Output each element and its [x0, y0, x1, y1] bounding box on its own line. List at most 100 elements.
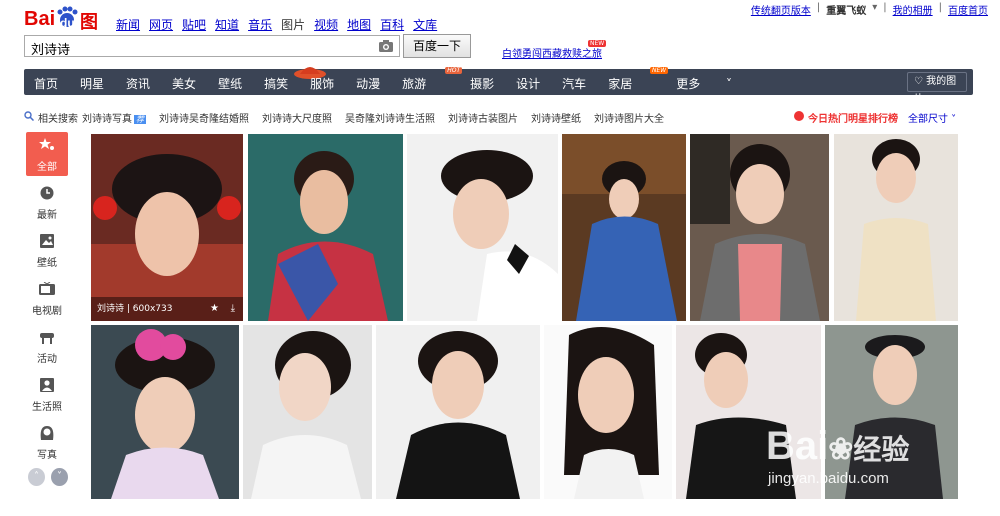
rank-link[interactable]: 今日热门明星排行榜 — [808, 110, 898, 125]
cat-design[interactable]: 设计 — [516, 75, 540, 92]
nav-music[interactable]: 音乐 — [248, 16, 272, 33]
username[interactable]: 重翼飞蚁 — [826, 2, 866, 17]
sidebar-item-all[interactable]: 全部 — [26, 132, 68, 176]
related-item[interactable]: 刘诗诗吴奇隆结婚照 — [159, 110, 249, 125]
nav-video[interactable]: 视频 — [314, 16, 338, 33]
sidebar-item-latest[interactable]: 最新 — [26, 180, 68, 224]
top-right-links: 传统翻页版本 | 重翼飞蚁 ▾ | 我的相册 | 百度首页 — [750, 2, 988, 17]
image-result[interactable]: 刘诗诗 | 600x733 ★ ⤓ — [91, 134, 243, 321]
heart-icon: ♡ — [914, 76, 927, 87]
sidebar-item-label: 壁纸 — [37, 258, 57, 269]
download-icon[interactable]: ⤓ — [231, 297, 235, 321]
related-item[interactable]: 刘诗诗壁纸 — [531, 110, 581, 125]
image-result[interactable] — [91, 325, 239, 499]
image-caption: 刘诗诗 | 600x733 ★ ⤓ — [91, 297, 243, 321]
podium-icon — [40, 333, 54, 344]
image-result[interactable] — [376, 325, 540, 499]
my-images-button[interactable]: ♡ 我的图片 — [907, 72, 967, 105]
size-filter[interactable]: 全部尺寸 ˅ — [908, 110, 956, 125]
nav-zhidao[interactable]: 知道 — [215, 16, 239, 33]
photo-thumbnail — [248, 134, 403, 321]
cat-more[interactable]: 更多 ˅ — [676, 75, 754, 92]
nav-map[interactable]: 地图 — [347, 16, 371, 33]
user-dropdown-icon[interactable]: ▾ — [872, 2, 877, 17]
clock-icon — [40, 186, 54, 200]
nav-baike[interactable]: 百科 — [380, 16, 404, 33]
promo-link[interactable]: 白领勇闯西藏救赎之旅 — [502, 45, 602, 60]
related-item[interactable]: 刘诗诗大尺度照 — [262, 110, 332, 125]
cat-anime[interactable]: 动漫 — [356, 75, 380, 92]
watermark-brand-text: Bai — [766, 424, 829, 468]
sidebar-item-wallpaper[interactable]: 壁纸 — [26, 228, 68, 272]
sidebar-item-photoshoot[interactable]: 写真 — [26, 420, 68, 464]
photo-thumbnail — [407, 134, 558, 321]
image-result[interactable] — [243, 325, 372, 499]
sidebar: 全部 最新 壁纸 电视剧 活动 生活照 写真 ˄ ˅ — [26, 132, 68, 486]
cat-home-deco[interactable]: 家居 NEW — [608, 67, 669, 92]
image-result[interactable] — [690, 134, 829, 321]
sidebar-item-label: 最新 — [37, 210, 57, 221]
image-result[interactable] — [544, 325, 672, 499]
new-badge: NEW — [649, 67, 669, 74]
my-album-link[interactable]: 我的相册 — [893, 2, 933, 17]
cat-home[interactable]: 首页 — [34, 75, 58, 92]
promo-new-badge: NEW — [588, 40, 607, 47]
cat-funny[interactable]: 搞笑 — [264, 75, 288, 92]
watermark-url: jingyan.baidu.com — [768, 470, 889, 487]
nav-wenku[interactable]: 文库 — [413, 16, 437, 33]
caption-name: 刘诗诗 — [97, 304, 125, 314]
nav-news[interactable]: 新闻 — [116, 16, 140, 33]
recommend-tag: 荐 — [134, 115, 146, 124]
star-icon[interactable]: ★ — [210, 297, 219, 321]
cat-travel[interactable]: 旅游 HOT — [402, 67, 463, 92]
cat-home-deco-label: 家居 — [608, 77, 633, 91]
related-item[interactable]: 刘诗诗写真荐 — [82, 110, 146, 125]
watermark: Bai❀经验 jingyan.baidu.com — [766, 410, 976, 500]
sidebar-item-lifestyle[interactable]: 生活照 — [26, 372, 68, 416]
image-result[interactable] — [407, 134, 558, 321]
image-result[interactable] — [562, 134, 686, 321]
cat-stars[interactable]: 明星 — [80, 75, 104, 92]
cat-news[interactable]: 资讯 — [126, 75, 150, 92]
stars-icon — [39, 138, 54, 150]
photo-thumbnail — [690, 134, 829, 321]
logo-du-text: du — [60, 16, 75, 30]
cat-photography[interactable]: 摄影 — [470, 75, 494, 92]
image-result[interactable] — [834, 134, 958, 321]
picture-icon — [40, 234, 54, 248]
related-item[interactable]: 吴奇隆刘诗诗生活照 — [345, 110, 435, 125]
chevron-up-icon[interactable]: ˄ — [28, 468, 45, 486]
nav-tieba[interactable]: 贴吧 — [182, 16, 206, 33]
search-value: 刘诗诗 — [31, 43, 71, 58]
cat-cars[interactable]: 汽车 — [562, 75, 586, 92]
nav-web[interactable]: 网页 — [149, 16, 173, 33]
watermark-sub: 经验 — [853, 434, 910, 465]
hair-profile-icon — [40, 426, 54, 440]
camera-icon[interactable] — [379, 40, 393, 52]
search-input[interactable]: 刘诗诗 — [24, 35, 400, 58]
sidebar-item-label: 全部 — [37, 162, 57, 173]
watermark-brand: Bai❀经验 — [766, 424, 909, 469]
photo-thumbnail — [834, 134, 958, 321]
sidebar-item-events[interactable]: 活动 — [26, 324, 68, 368]
search-button[interactable]: 百度一下 — [403, 34, 471, 58]
related-search-bar: 相关搜索 刘诗诗写真荐 刘诗诗吴奇隆结婚照 刘诗诗大尺度照 吴奇隆刘诗诗生活照 … — [24, 110, 973, 126]
related-item[interactable]: 刘诗诗古装图片 — [448, 110, 518, 125]
tv-icon — [39, 281, 55, 295]
sidebar-item-label: 生活照 — [32, 402, 62, 413]
classic-version-link[interactable]: 传统翻页版本 — [751, 2, 811, 17]
nav-images: 图片 — [281, 18, 306, 32]
size-filter-label: 全部尺寸 — [908, 114, 948, 125]
related-item[interactable]: 刘诗诗图片大全 — [594, 110, 664, 125]
chevron-down-icon[interactable]: ˅ — [51, 468, 68, 486]
cat-wallpaper[interactable]: 壁纸 — [218, 75, 242, 92]
photo-thumbnail — [91, 134, 243, 321]
sidebar-item-tv[interactable]: 电视剧 — [26, 276, 68, 320]
image-result[interactable] — [248, 134, 403, 321]
cat-fashion[interactable]: 服饰 — [310, 75, 334, 92]
baidu-logo[interactable]: Bai du 图片 — [24, 6, 110, 59]
sidebar-arrows: ˄ ˅ — [28, 468, 68, 486]
search-icon — [24, 111, 34, 121]
cat-beauty[interactable]: 美女 — [172, 75, 196, 92]
baidu-home-link[interactable]: 百度首页 — [948, 2, 988, 17]
